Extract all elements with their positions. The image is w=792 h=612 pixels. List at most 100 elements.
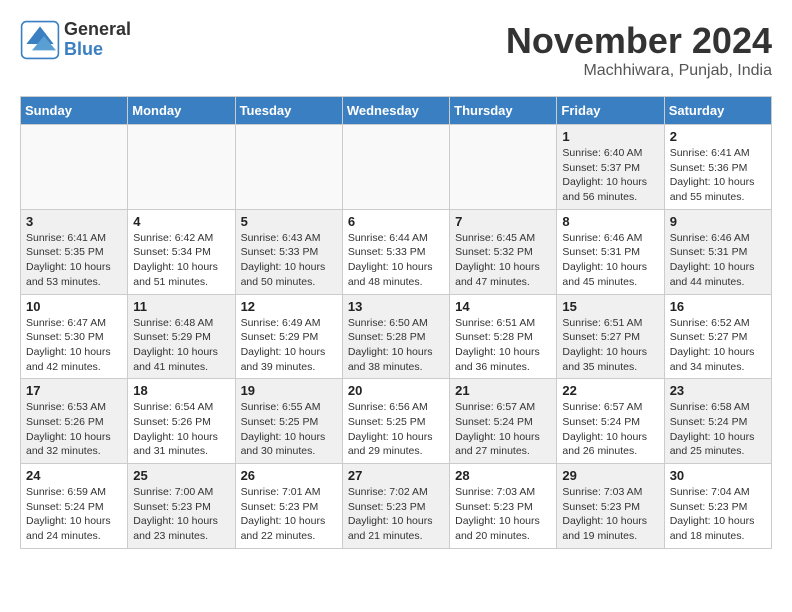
day-info: Sunrise: 6:57 AM Sunset: 5:24 PM Dayligh…	[455, 400, 551, 459]
day-number: 24	[26, 468, 122, 483]
day-info: Sunrise: 6:47 AM Sunset: 5:30 PM Dayligh…	[26, 316, 122, 375]
day-number: 12	[241, 299, 337, 314]
calendar-day: 10 Sunrise: 6:47 AM Sunset: 5:30 PM Dayli…	[21, 294, 128, 379]
day-number: 27	[348, 468, 444, 483]
day-number: 8	[562, 214, 658, 229]
calendar-day: 15 Sunrise: 6:51 AM Sunset: 5:27 PM Dayli…	[557, 294, 664, 379]
day-info: Sunrise: 6:51 AM Sunset: 5:27 PM Dayligh…	[562, 316, 658, 375]
day-info: Sunrise: 6:58 AM Sunset: 5:24 PM Dayligh…	[670, 400, 766, 459]
weekday-header-friday: Friday	[557, 97, 664, 125]
day-number: 20	[348, 383, 444, 398]
calendar-day: 17Sunrise: 6:53 AM Sunset: 5:26 PM Dayli…	[21, 379, 128, 464]
day-number: 19	[241, 383, 337, 398]
weekday-header-wednesday: Wednesday	[342, 97, 449, 125]
week-row-4: 17Sunrise: 6:53 AM Sunset: 5:26 PM Dayli…	[21, 379, 772, 464]
calendar-day: 2Sunrise: 6:41 AM Sunset: 5:36 PM Daylig…	[664, 125, 771, 210]
calendar-day: 30 Sunrise: 7:04 AM Sunset: 5:23 PM Dayli…	[664, 464, 771, 549]
day-number: 30	[670, 468, 766, 483]
calendar-day: 27 Sunrise: 7:02 AM Sunset: 5:23 PM Dayli…	[342, 464, 449, 549]
day-info: Sunrise: 6:54 AM Sunset: 5:26 PM Dayligh…	[133, 400, 229, 459]
logo: General Blue	[20, 20, 131, 60]
calendar-day	[450, 125, 557, 210]
day-number: 6	[348, 214, 444, 229]
day-number: 1	[562, 129, 658, 144]
logo-blue-text: Blue	[64, 40, 131, 60]
day-info: Sunrise: 6:44 AM Sunset: 5:33 PM Dayligh…	[348, 231, 444, 290]
calendar-day: 18Sunrise: 6:54 AM Sunset: 5:26 PM Dayli…	[128, 379, 235, 464]
day-info: Sunrise: 6:51 AM Sunset: 5:28 PM Dayligh…	[455, 316, 551, 375]
title-block: November 2024 Machhiwara, Punjab, India	[506, 20, 772, 80]
logo-text: General Blue	[64, 20, 131, 60]
calendar-day: 1 Sunrise: 6:40 AM Sunset: 5:37 PM Daylig…	[557, 125, 664, 210]
day-info: Sunrise: 6:49 AM Sunset: 5:29 PM Dayligh…	[241, 316, 337, 375]
week-row-1: 1 Sunrise: 6:40 AM Sunset: 5:37 PM Daylig…	[21, 125, 772, 210]
day-number: 3	[26, 214, 122, 229]
weekday-header-sunday: Sunday	[21, 97, 128, 125]
week-row-2: 3Sunrise: 6:41 AM Sunset: 5:35 PM Daylig…	[21, 209, 772, 294]
calendar-day	[235, 125, 342, 210]
day-info: Sunrise: 7:03 AM Sunset: 5:23 PM Dayligh…	[455, 485, 551, 544]
calendar-day	[128, 125, 235, 210]
calendar-day: 5 Sunrise: 6:43 AM Sunset: 5:33 PM Daylig…	[235, 209, 342, 294]
day-info: Sunrise: 6:45 AM Sunset: 5:32 PM Dayligh…	[455, 231, 551, 290]
calendar-day: 26Sunrise: 7:01 AM Sunset: 5:23 PM Dayli…	[235, 464, 342, 549]
calendar-day	[342, 125, 449, 210]
calendar-day: 12 Sunrise: 6:49 AM Sunset: 5:29 PM Dayli…	[235, 294, 342, 379]
day-info: Sunrise: 7:04 AM Sunset: 5:23 PM Dayligh…	[670, 485, 766, 544]
day-number: 25	[133, 468, 229, 483]
calendar-day: 9 Sunrise: 6:46 AM Sunset: 5:31 PM Daylig…	[664, 209, 771, 294]
day-number: 10	[26, 299, 122, 314]
day-number: 9	[670, 214, 766, 229]
day-number: 14	[455, 299, 551, 314]
calendar-day: 7 Sunrise: 6:45 AM Sunset: 5:32 PM Daylig…	[450, 209, 557, 294]
calendar-day: 6 Sunrise: 6:44 AM Sunset: 5:33 PM Daylig…	[342, 209, 449, 294]
calendar-day: 3Sunrise: 6:41 AM Sunset: 5:35 PM Daylig…	[21, 209, 128, 294]
calendar-day: 11Sunrise: 6:48 AM Sunset: 5:29 PM Dayli…	[128, 294, 235, 379]
calendar-day: 19 Sunrise: 6:55 AM Sunset: 5:25 PM Dayli…	[235, 379, 342, 464]
weekday-header-thursday: Thursday	[450, 97, 557, 125]
day-info: Sunrise: 7:00 AM Sunset: 5:23 PM Dayligh…	[133, 485, 229, 544]
day-number: 7	[455, 214, 551, 229]
day-info: Sunrise: 6:55 AM Sunset: 5:25 PM Dayligh…	[241, 400, 337, 459]
day-info: Sunrise: 6:46 AM Sunset: 5:31 PM Dayligh…	[670, 231, 766, 290]
day-number: 21	[455, 383, 551, 398]
calendar-day: 13Sunrise: 6:50 AM Sunset: 5:28 PM Dayli…	[342, 294, 449, 379]
day-number: 13	[348, 299, 444, 314]
weekday-header-tuesday: Tuesday	[235, 97, 342, 125]
weekday-header-monday: Monday	[128, 97, 235, 125]
day-number: 15	[562, 299, 658, 314]
day-info: Sunrise: 6:56 AM Sunset: 5:25 PM Dayligh…	[348, 400, 444, 459]
day-info: Sunrise: 6:41 AM Sunset: 5:36 PM Dayligh…	[670, 146, 766, 205]
calendar-day: 4 Sunrise: 6:42 AM Sunset: 5:34 PM Daylig…	[128, 209, 235, 294]
calendar-day: 22Sunrise: 6:57 AM Sunset: 5:24 PM Dayli…	[557, 379, 664, 464]
day-info: Sunrise: 7:01 AM Sunset: 5:23 PM Dayligh…	[241, 485, 337, 544]
day-info: Sunrise: 6:57 AM Sunset: 5:24 PM Dayligh…	[562, 400, 658, 459]
day-number: 5	[241, 214, 337, 229]
day-number: 17	[26, 383, 122, 398]
month-title: November 2024	[506, 20, 772, 62]
day-number: 28	[455, 468, 551, 483]
calendar-table: SundayMondayTuesdayWednesdayThursdayFrid…	[20, 96, 772, 549]
day-info: Sunrise: 6:59 AM Sunset: 5:24 PM Dayligh…	[26, 485, 122, 544]
weekday-header-saturday: Saturday	[664, 97, 771, 125]
day-info: Sunrise: 6:43 AM Sunset: 5:33 PM Dayligh…	[241, 231, 337, 290]
calendar-day: 8Sunrise: 6:46 AM Sunset: 5:31 PM Daylig…	[557, 209, 664, 294]
day-info: Sunrise: 7:03 AM Sunset: 5:23 PM Dayligh…	[562, 485, 658, 544]
location-text: Machhiwara, Punjab, India	[506, 62, 772, 80]
day-number: 23	[670, 383, 766, 398]
calendar-day	[21, 125, 128, 210]
calendar-day: 21 Sunrise: 6:57 AM Sunset: 5:24 PM Dayli…	[450, 379, 557, 464]
day-info: Sunrise: 6:40 AM Sunset: 5:37 PM Dayligh…	[562, 146, 658, 205]
calendar-day: 28 Sunrise: 7:03 AM Sunset: 5:23 PM Dayli…	[450, 464, 557, 549]
day-number: 16	[670, 299, 766, 314]
day-info: Sunrise: 7:02 AM Sunset: 5:23 PM Dayligh…	[348, 485, 444, 544]
week-row-5: 24 Sunrise: 6:59 AM Sunset: 5:24 PM Dayli…	[21, 464, 772, 549]
calendar-day: 24 Sunrise: 6:59 AM Sunset: 5:24 PM Dayli…	[21, 464, 128, 549]
day-number: 4	[133, 214, 229, 229]
day-info: Sunrise: 6:48 AM Sunset: 5:29 PM Dayligh…	[133, 316, 229, 375]
page-header: General Blue November 2024 Machhiwara, P…	[20, 20, 772, 80]
day-info: Sunrise: 6:52 AM Sunset: 5:27 PM Dayligh…	[670, 316, 766, 375]
calendar-day: 14 Sunrise: 6:51 AM Sunset: 5:28 PM Dayli…	[450, 294, 557, 379]
week-row-3: 10 Sunrise: 6:47 AM Sunset: 5:30 PM Dayli…	[21, 294, 772, 379]
day-info: Sunrise: 6:42 AM Sunset: 5:34 PM Dayligh…	[133, 231, 229, 290]
